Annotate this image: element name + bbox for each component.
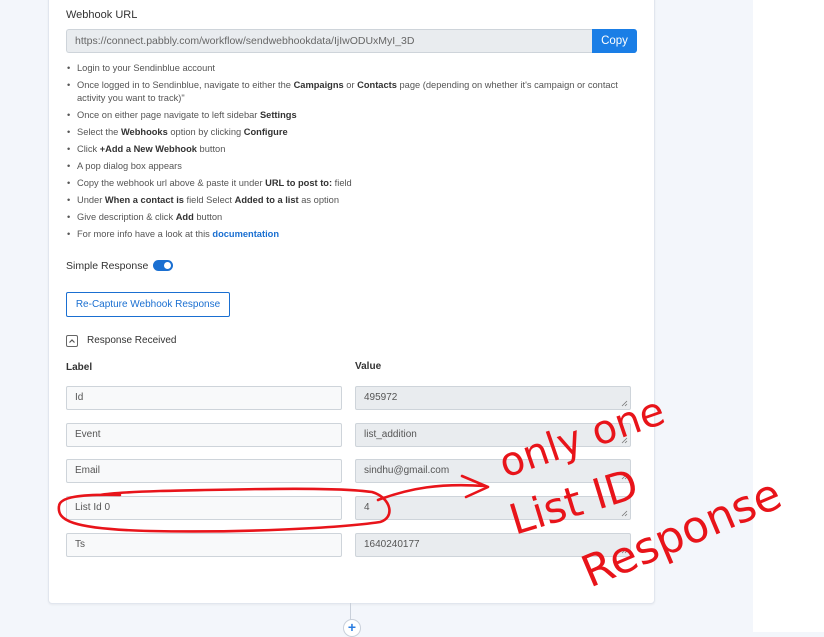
webhook-url-field[interactable]: https://connect.pabbly.com/workflow/send…: [66, 29, 592, 53]
response-label-field[interactable]: Email: [66, 459, 342, 483]
response-label-field[interactable]: List Id 0: [66, 496, 342, 520]
response-received-label: Response Received: [87, 335, 177, 346]
resize-handle-icon[interactable]: [621, 400, 628, 407]
response-value-field[interactable]: sindhu@gmail.com: [355, 459, 631, 483]
response-label-field[interactable]: Event: [66, 423, 342, 447]
response-value-field[interactable]: 495972: [355, 386, 631, 410]
instruction-item: Give description & click Add button: [67, 211, 637, 224]
add-step-button[interactable]: +: [343, 619, 361, 637]
instruction-item: Under When a contact is field Select Add…: [67, 194, 637, 207]
resize-handle-icon[interactable]: [621, 437, 628, 444]
instructions-list: Login to your Sendinblue account Once lo…: [66, 62, 637, 245]
simple-response-toggle[interactable]: [153, 260, 173, 271]
instruction-item: Once logged in to Sendinblue, navigate t…: [67, 79, 637, 105]
simple-response-label: Simple Response: [66, 260, 149, 272]
right-panel-background: [753, 0, 824, 632]
response-label-field[interactable]: Id: [66, 386, 342, 410]
resize-handle-icon[interactable]: [621, 510, 628, 517]
instruction-item: For more info have a look at this docume…: [67, 228, 637, 241]
instruction-item: Once on either page navigate to left sid…: [67, 109, 637, 122]
documentation-link[interactable]: documentation: [212, 229, 279, 239]
recapture-webhook-button[interactable]: Re-Capture Webhook Response: [66, 292, 230, 317]
response-label-field[interactable]: Ts: [66, 533, 342, 557]
value-column-header: Value: [355, 361, 382, 372]
instruction-item: A pop dialog box appears: [67, 160, 637, 173]
instruction-item: Click +Add a New Webhook button: [67, 143, 637, 156]
webhook-url-label: Webhook URL: [66, 9, 138, 21]
collapse-toggle[interactable]: [66, 335, 78, 347]
response-value-field[interactable]: list_addition: [355, 423, 631, 447]
label-column-header: Label: [66, 362, 93, 373]
instruction-item: Copy the webhook url above & paste it un…: [67, 177, 637, 190]
chevron-up-icon: [69, 339, 75, 343]
response-value-field[interactable]: 1640240177: [355, 533, 631, 557]
resize-handle-icon[interactable]: [621, 473, 628, 480]
copy-button[interactable]: Copy: [592, 29, 637, 53]
resize-handle-icon[interactable]: [621, 547, 628, 554]
instruction-item: Select the Webhooks option by clicking C…: [67, 126, 637, 139]
response-value-field[interactable]: 4: [355, 496, 631, 520]
instruction-item: Login to your Sendinblue account: [67, 62, 637, 75]
